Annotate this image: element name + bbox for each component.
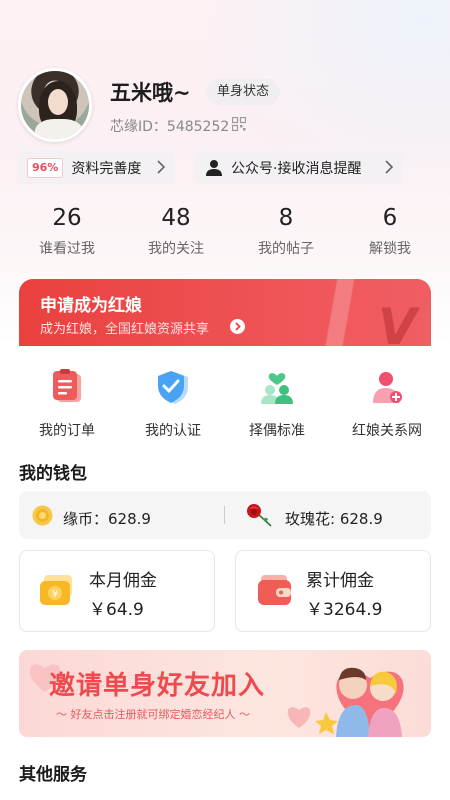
stat-label: 解锁我	[369, 241, 411, 257]
matchmaker-title: 申请成为红娘	[40, 296, 142, 316]
shortcut-my-orders[interactable]: 我的订单	[14, 368, 120, 440]
wallet-section-title: 我的钱包	[19, 464, 87, 484]
order-icon	[53, 369, 81, 402]
stat-value: 26	[52, 205, 82, 231]
shortcut-my-verification[interactable]: 我的认证	[120, 368, 226, 440]
monthly-commission-value: ￥64.9	[89, 600, 144, 620]
coin-icon	[32, 505, 53, 526]
stat-unlocked-me[interactable]: 6 解锁我	[334, 205, 446, 258]
invite-subtitle: ～ 好友点击注册就可绑定婚恋经纪人 ～	[56, 708, 250, 721]
stat-label: 谁看过我	[39, 241, 95, 257]
shortcut-partner-standard[interactable]: 择偶标准	[224, 368, 330, 440]
nickname: 五米哦~	[110, 81, 191, 105]
stat-label: 我的帖子	[258, 241, 314, 257]
coin-balance[interactable]: 缘币：628.9	[63, 508, 151, 529]
matchmaker-logo-icon: V	[378, 298, 417, 356]
total-commission-value: ￥3264.9	[306, 600, 383, 620]
chevron-right-icon	[385, 160, 393, 174]
partner-standard-icon	[261, 373, 293, 404]
shortcut-matchmaker-network[interactable]: 红娘关系网	[334, 368, 440, 440]
person-icon	[206, 159, 222, 176]
divider	[224, 506, 225, 524]
chevron-right-icon	[157, 160, 165, 174]
invite-title: 邀请单身好友加入	[49, 671, 266, 701]
total-commission-title: 累计佣金	[306, 571, 374, 591]
shortcut-label: 我的认证	[145, 423, 201, 439]
matchmaker-network-icon	[373, 372, 402, 403]
shortcut-label: 我的订单	[39, 423, 95, 439]
stat-viewed-me[interactable]: 26 谁看过我	[11, 205, 123, 258]
rose-icon	[247, 504, 272, 527]
notify-label: 公众号·接收消息提醒	[231, 160, 362, 177]
status-badge[interactable]: 单身状态	[206, 79, 281, 105]
wallet-icon	[258, 575, 291, 605]
matchmaker-subtitle: 成为红娘，全国红娘资源共享	[40, 322, 210, 337]
arrow-right-circle-icon[interactable]	[230, 319, 245, 334]
stat-value: 48	[161, 205, 191, 231]
shortcut-label: 红娘关系网	[352, 423, 422, 439]
verify-shield-icon	[158, 371, 188, 404]
completeness-percent: 96%	[27, 157, 64, 178]
user-id: 芯缘ID：5485252	[110, 119, 230, 135]
avatar[interactable]	[18, 68, 92, 142]
stat-posts[interactable]: 8 我的帖子	[230, 205, 342, 258]
rose-balance[interactable]: 玫瑰花: 628.9	[285, 508, 383, 529]
monthly-commission-title: 本月佣金	[89, 571, 157, 591]
stat-value: 6	[382, 205, 398, 231]
other-services-title: 其他服务	[19, 765, 87, 785]
svg-text:¥: ¥	[52, 589, 58, 600]
shortcut-label: 择偶标准	[249, 423, 305, 439]
completeness-label: 资料完善度	[71, 160, 142, 177]
stat-label: 我的关注	[148, 241, 204, 257]
qr-code-icon[interactable]	[232, 117, 246, 131]
stat-value: 8	[278, 205, 294, 231]
notification-settings-button[interactable]: 公众号·接收消息提醒	[195, 151, 403, 184]
couple-illustration-icon	[315, 667, 404, 737]
coupon-icon: ¥	[40, 575, 72, 605]
stat-following[interactable]: 48 我的关注	[120, 205, 232, 258]
profile-completeness-button[interactable]: 96% 资料完善度	[19, 151, 175, 184]
